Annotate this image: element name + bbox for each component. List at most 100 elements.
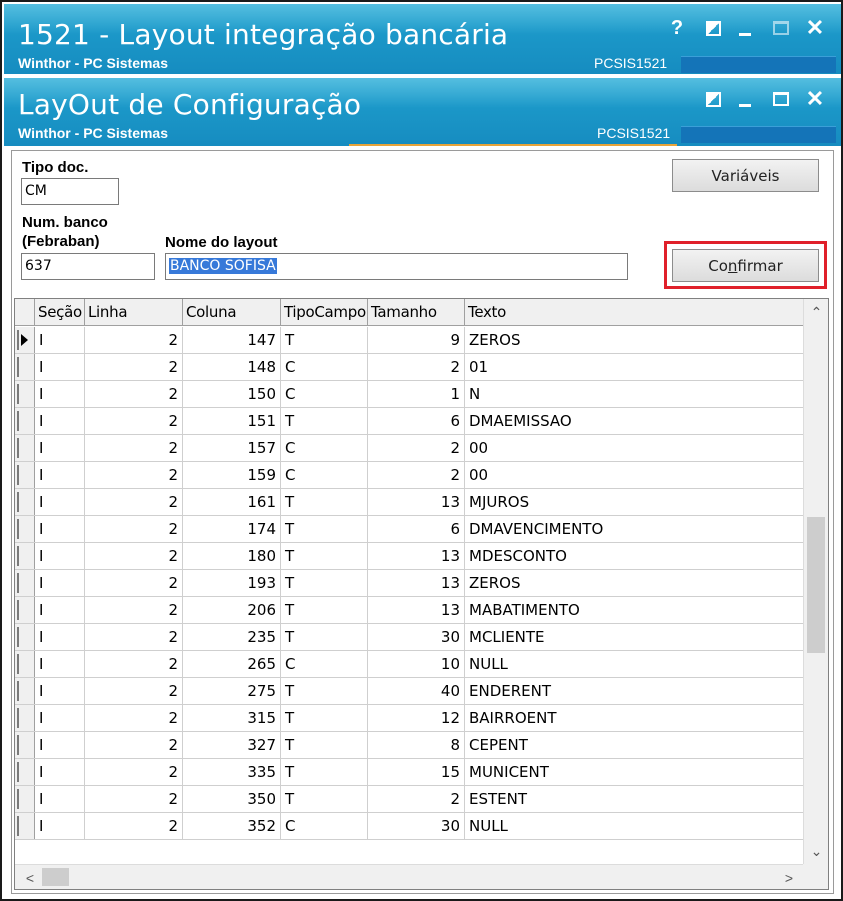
grid-cell-tipocampo[interactable]: T: [281, 732, 368, 758]
grid-cell-secao[interactable]: I: [35, 759, 85, 785]
grid-cell-texto[interactable]: MUNICENT: [465, 759, 804, 785]
row-indicator[interactable]: [15, 705, 35, 731]
grid-cell-coluna[interactable]: 350: [183, 786, 281, 812]
grid-cell-tamanho[interactable]: 13: [368, 543, 465, 569]
scroll-left-icon[interactable]: <: [18, 865, 42, 889]
row-indicator[interactable]: [15, 786, 35, 812]
grid-cell-linha[interactable]: 2: [85, 543, 183, 569]
grid-cell-tipocampo[interactable]: T: [281, 327, 368, 353]
grid-cell-linha[interactable]: 2: [85, 624, 183, 650]
grid-cell-coluna[interactable]: 174: [183, 516, 281, 542]
table-row[interactable]: I 2 147 T 9 ZEROS: [15, 327, 804, 354]
grid-header-linha[interactable]: Linha: [85, 299, 183, 325]
nome-layout-input[interactable]: BANCO SOFISA: [165, 253, 628, 280]
grid-cell-coluna[interactable]: 150: [183, 381, 281, 407]
grid-cell-secao[interactable]: I: [35, 435, 85, 461]
table-row[interactable]: I 2 180 T 13 MDESCONTO: [15, 543, 804, 570]
grid-cell-linha[interactable]: 2: [85, 408, 183, 434]
grid-cell-linha[interactable]: 2: [85, 462, 183, 488]
grid-cell-texto[interactable]: 01: [465, 354, 804, 380]
grid-cell-secao[interactable]: I: [35, 597, 85, 623]
grid-cell-tamanho[interactable]: 30: [368, 624, 465, 650]
grid-cell-secao[interactable]: I: [35, 678, 85, 704]
grid-cell-tamanho[interactable]: 40: [368, 678, 465, 704]
grid-cell-tipocampo[interactable]: T: [281, 786, 368, 812]
tipo-doc-input[interactable]: CM: [21, 178, 119, 205]
grid-cell-tamanho[interactable]: 6: [368, 408, 465, 434]
table-row[interactable]: I 2 275 T 40 ENDERENT: [15, 678, 804, 705]
grid-cell-texto[interactable]: BAIRROENT: [465, 705, 804, 731]
grid-cell-coluna[interactable]: 352: [183, 813, 281, 839]
grid-cell-tipocampo[interactable]: C: [281, 462, 368, 488]
grid-cell-tamanho[interactable]: 1: [368, 381, 465, 407]
grid-cell-texto[interactable]: DMAEMISSAO: [465, 408, 804, 434]
grid-cell-linha[interactable]: 2: [85, 435, 183, 461]
grid-cell-tamanho[interactable]: 6: [368, 516, 465, 542]
grid-cell-linha[interactable]: 2: [85, 327, 183, 353]
grid-cell-tipocampo[interactable]: C: [281, 381, 368, 407]
grid-cell-texto[interactable]: ZEROS: [465, 327, 804, 353]
grid-cell-tipocampo[interactable]: T: [281, 516, 368, 542]
row-indicator[interactable]: [15, 516, 35, 542]
grid-cell-tamanho[interactable]: 2: [368, 354, 465, 380]
horizontal-scrollbar[interactable]: < >: [15, 864, 828, 889]
contrast-button[interactable]: [700, 15, 726, 41]
grid-cell-secao[interactable]: I: [35, 462, 85, 488]
grid-cell-coluna[interactable]: 180: [183, 543, 281, 569]
table-row[interactable]: I 2 352 C 30 NULL: [15, 813, 804, 840]
dialog-contrast-button[interactable]: [700, 86, 726, 112]
grid-cell-linha[interactable]: 2: [85, 786, 183, 812]
grid-cell-coluna[interactable]: 151: [183, 408, 281, 434]
grid-cell-texto[interactable]: ESTENT: [465, 786, 804, 812]
table-row[interactable]: I 2 265 C 10 NULL: [15, 651, 804, 678]
vertical-scrollbar[interactable]: ⌃ ⌄: [803, 299, 828, 864]
grid-cell-tamanho[interactable]: 2: [368, 435, 465, 461]
horizontal-scroll-thumb[interactable]: [42, 868, 69, 886]
grid-cell-linha[interactable]: 2: [85, 381, 183, 407]
grid-cell-tipocampo[interactable]: T: [281, 489, 368, 515]
grid-cell-linha[interactable]: 2: [85, 651, 183, 677]
grid-cell-texto[interactable]: NULL: [465, 651, 804, 677]
dialog-maximize-button[interactable]: [768, 86, 794, 112]
row-indicator[interactable]: [15, 354, 35, 380]
grid-cell-tamanho[interactable]: 12: [368, 705, 465, 731]
table-row[interactable]: I 2 206 T 13 MABATIMENTO: [15, 597, 804, 624]
grid-cell-secao[interactable]: I: [35, 732, 85, 758]
grid-cell-tamanho[interactable]: 13: [368, 597, 465, 623]
grid-cell-coluna[interactable]: 265: [183, 651, 281, 677]
grid-cell-coluna[interactable]: 235: [183, 624, 281, 650]
grid-cell-tipocampo[interactable]: C: [281, 813, 368, 839]
grid-cell-tipocampo[interactable]: C: [281, 435, 368, 461]
grid-cell-tamanho[interactable]: 2: [368, 786, 465, 812]
grid-cell-linha[interactable]: 2: [85, 732, 183, 758]
row-indicator[interactable]: [15, 408, 35, 434]
grid-cell-secao[interactable]: I: [35, 705, 85, 731]
table-row[interactable]: I 2 151 T 6 DMAEMISSAO: [15, 408, 804, 435]
row-indicator[interactable]: [15, 543, 35, 569]
grid-cell-secao[interactable]: I: [35, 381, 85, 407]
grid-cell-coluna[interactable]: 147: [183, 327, 281, 353]
table-row[interactable]: I 2 315 T 12 BAIRROENT: [15, 705, 804, 732]
grid-cell-texto[interactable]: MDESCONTO: [465, 543, 804, 569]
scroll-up-icon[interactable]: ⌃: [804, 302, 828, 322]
grid-cell-tipocampo[interactable]: T: [281, 408, 368, 434]
table-row[interactable]: I 2 157 C 2 00: [15, 435, 804, 462]
grid-cell-texto[interactable]: MJUROS: [465, 489, 804, 515]
row-indicator[interactable]: [15, 597, 35, 623]
confirmar-button[interactable]: Co n firmar: [672, 249, 819, 282]
grid-cell-coluna[interactable]: 148: [183, 354, 281, 380]
grid-cell-linha[interactable]: 2: [85, 705, 183, 731]
grid-cell-tamanho[interactable]: 15: [368, 759, 465, 785]
grid-cell-linha[interactable]: 2: [85, 759, 183, 785]
dialog-minimize-button[interactable]: [732, 86, 758, 112]
grid-cell-texto[interactable]: CEPENT: [465, 732, 804, 758]
grid-cell-linha[interactable]: 2: [85, 813, 183, 839]
grid-cell-texto[interactable]: 00: [465, 462, 804, 488]
dialog-titlebar[interactable]: LayOut de Configuração Winthor - PC Sist…: [4, 78, 841, 146]
row-indicator[interactable]: [15, 435, 35, 461]
row-indicator[interactable]: [15, 462, 35, 488]
grid-cell-tamanho[interactable]: 13: [368, 489, 465, 515]
help-button[interactable]: ?: [664, 15, 690, 41]
grid-cell-tipocampo[interactable]: T: [281, 705, 368, 731]
grid-cell-coluna[interactable]: 206: [183, 597, 281, 623]
